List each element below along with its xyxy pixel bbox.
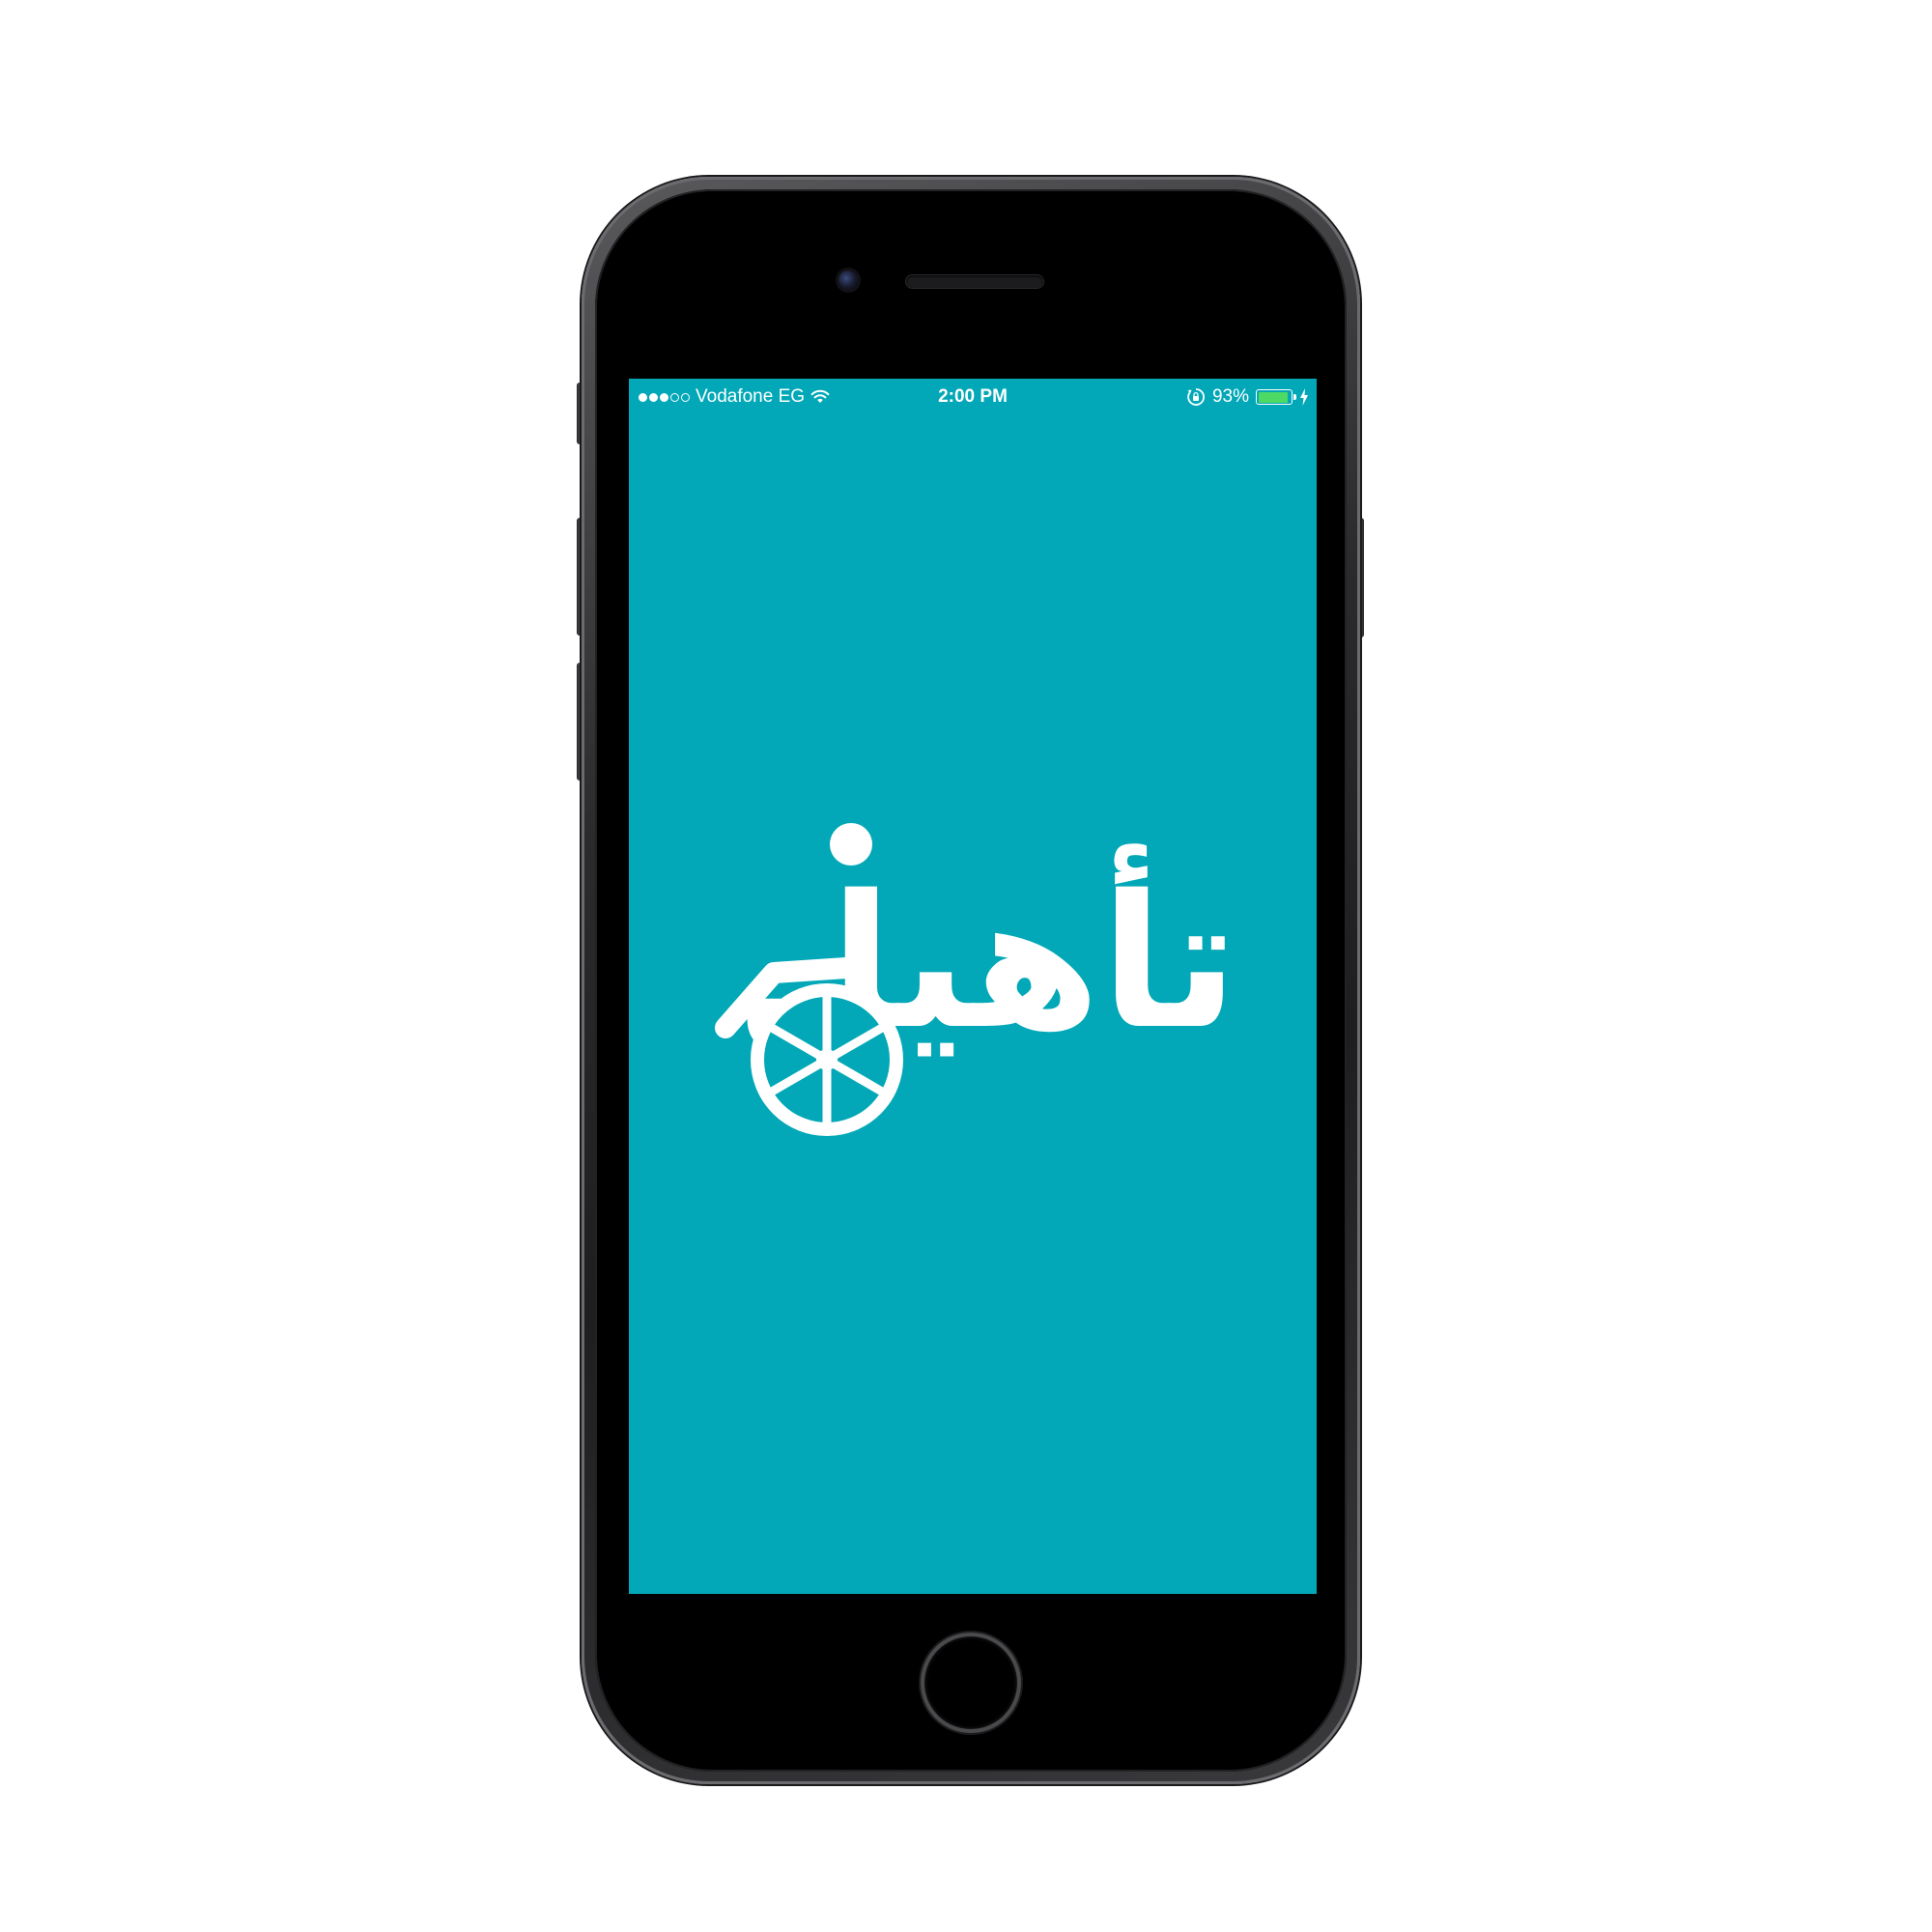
splash-screen[interactable]: Vodafone EG 2:00 PM 93% تأهيل (629, 379, 1317, 1594)
battery-percent: 93% (1211, 386, 1249, 407)
stage: Vodafone EG 2:00 PM 93% تأهيل (0, 0, 1932, 1932)
rotation-lock-icon (1187, 388, 1205, 406)
home-button[interactable] (921, 1633, 1021, 1733)
battery-level-fill (1258, 391, 1289, 403)
battery-icon (1256, 389, 1296, 405)
earpiece-speaker (906, 275, 1043, 288)
front-camera-icon (838, 270, 858, 290)
logo-head-dot (830, 823, 872, 866)
charging-bolt-icon (1300, 388, 1308, 406)
wheelchair-wheel-icon (751, 983, 903, 1136)
app-logo: تأهيل (715, 823, 1238, 1136)
status-bar-right: 93% (1186, 386, 1309, 408)
status-bar: Vodafone EG 2:00 PM 93% (629, 379, 1317, 415)
battery-tip (1293, 394, 1296, 400)
